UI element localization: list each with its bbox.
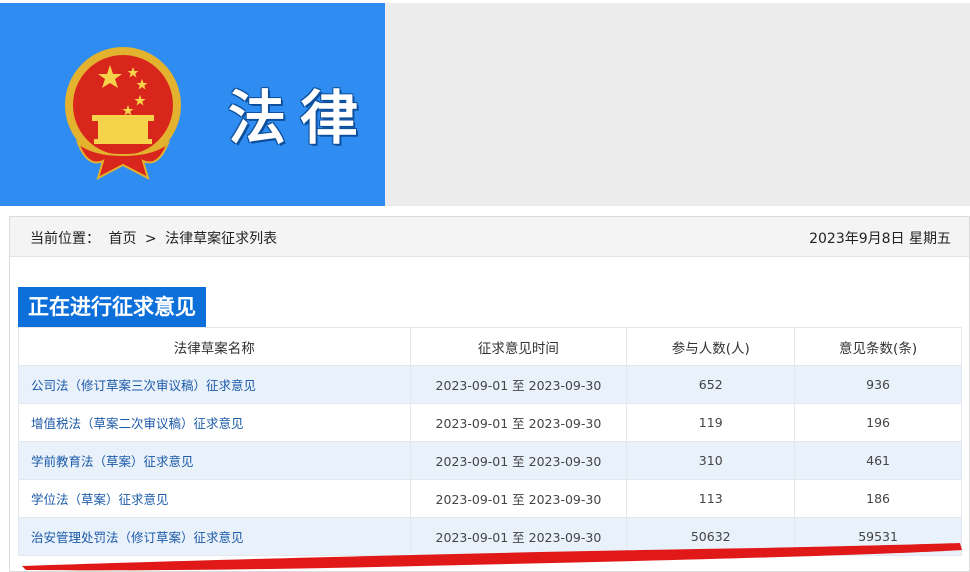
table-row[interactable]: 学位法（草案）征求意见 2023-09-01 至 2023-09-30 113 …: [18, 479, 962, 518]
header-law-name: 法律草案名称: [18, 327, 411, 366]
law-name-link[interactable]: 增值税法（草案二次审议稿）征求意见: [18, 403, 411, 442]
law-name-link[interactable]: 学位法（草案）征求意见: [18, 479, 411, 518]
time-cell: 2023-09-01 至 2023-09-30: [409, 441, 628, 480]
breadcrumb-separator: >: [144, 231, 157, 247]
time-cell: 2023-09-01 至 2023-09-30: [409, 403, 628, 442]
time-cell: 2023-09-01 至 2023-09-30: [409, 365, 628, 404]
participants-cell: 113: [626, 479, 796, 518]
table-row[interactable]: 公司法（修订草案三次审议稿）征求意见 2023-09-01 至 2023-09-…: [18, 365, 962, 404]
opinions-cell: 196: [794, 403, 962, 442]
header-participants: 参与人数(人): [626, 327, 796, 366]
draft-law-table: 法律草案名称 征求意见时间 参与人数(人) 意见条数(条) 公司法（修订草案三次…: [18, 327, 962, 556]
table-header-row: 法律草案名称 征求意见时间 参与人数(人) 意见条数(条): [18, 327, 962, 366]
participants-cell: 310: [626, 441, 796, 480]
breadcrumb-prefix: 当前位置：: [30, 231, 100, 247]
site-banner: 法律 工: [0, 3, 385, 206]
national-emblem-icon: [65, 47, 181, 180]
breadcrumb-bar: 当前位置： 首页 > 法律草案征求列表 2023年9月8日 星期五: [10, 217, 969, 257]
content-panel: 当前位置： 首页 > 法律草案征求列表 2023年9月8日 星期五 正在进行征求…: [9, 216, 970, 572]
header-time: 征求意见时间: [409, 327, 628, 366]
participants-cell: 119: [626, 403, 796, 442]
time-cell: 2023-09-01 至 2023-09-30: [409, 479, 628, 518]
table-row[interactable]: 学前教育法（草案）征求意见 2023-09-01 至 2023-09-30 31…: [18, 441, 962, 480]
breadcrumb-home-link[interactable]: 首页: [108, 231, 136, 247]
current-date: 2023年9月8日 星期五: [809, 231, 951, 247]
red-underline-annotation: [22, 543, 962, 571]
participants-cell: 652: [626, 365, 796, 404]
opinions-cell: 461: [794, 441, 962, 480]
banner-placeholder: [385, 3, 970, 206]
law-name-link[interactable]: 学前教育法（草案）征求意见: [18, 441, 411, 480]
header-opinions: 意见条数(条): [794, 327, 962, 366]
table-row[interactable]: 增值税法（草案二次审议稿）征求意见 2023-09-01 至 2023-09-3…: [18, 403, 962, 442]
site-title: 法律 工: [228, 84, 385, 152]
opinions-cell: 186: [794, 479, 962, 518]
law-name-link[interactable]: 公司法（修订草案三次审议稿）征求意见: [18, 365, 411, 404]
opinions-cell: 936: [794, 365, 962, 404]
breadcrumb-current: 法律草案征求列表: [165, 231, 278, 247]
breadcrumb: 当前位置： 首页 > 法律草案征求列表: [30, 228, 281, 248]
section-title: 正在进行征求意见: [18, 287, 206, 327]
